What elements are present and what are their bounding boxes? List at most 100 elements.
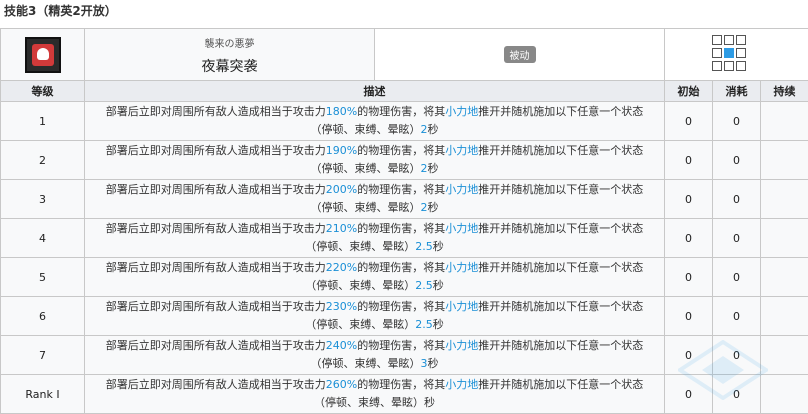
desc-duration-value: 3 xyxy=(421,357,428,370)
skill-table: 襲来の悪夢 夜幕突袭 被动 等级 描述 初始 消耗 持续 1部署后立即对周 xyxy=(0,28,808,414)
desc-atk-value: 240% xyxy=(326,339,357,352)
range-cell xyxy=(665,29,808,81)
description-cell: 部署后立即对周围所有敌人造成相当于攻击力260%的物理伤害，将其小力地推开并随机… xyxy=(85,375,665,414)
skill-name-cell: 襲来の悪夢 夜幕突袭 xyxy=(85,29,375,81)
duration-cell xyxy=(761,375,808,414)
cost-value: 0 xyxy=(733,271,740,284)
cost-cell: 0 xyxy=(713,336,761,375)
level-cell: 1 xyxy=(1,102,85,141)
desc-text: （停顿、束缚、晕眩） xyxy=(311,201,421,214)
desc-duration-value: 2 xyxy=(421,123,428,136)
initial-cell: 0 xyxy=(665,102,713,141)
desc-text: 部署后立即对周围所有敌人造成相当于攻击力 xyxy=(106,261,326,274)
skill-icon-cell xyxy=(1,29,85,81)
desc-text: 部署后立即对周围所有敌人造成相当于攻击力 xyxy=(106,144,326,157)
col-header-initial: 初始 xyxy=(665,81,713,102)
cost-value: 0 xyxy=(733,154,740,167)
initial-value: 0 xyxy=(685,310,692,323)
desc-atk-value: 200% xyxy=(326,183,357,196)
desc-atk-value: 220% xyxy=(326,261,357,274)
desc-text: 推开并随机施加以下任意一个状态 xyxy=(478,378,643,391)
cost-cell: 0 xyxy=(713,180,761,219)
table-row: Rank I部署后立即对周围所有敌人造成相当于攻击力260%的物理伤害，将其小力… xyxy=(1,375,808,414)
desc-text: 部署后立即对周围所有敌人造成相当于攻击力 xyxy=(106,105,326,118)
desc-text: （停顿、束缚、晕眩） xyxy=(305,240,415,253)
desc-atk-value: 260% xyxy=(326,378,357,391)
desc-text: 秒 xyxy=(428,162,439,175)
duration-cell xyxy=(761,297,808,336)
initial-cell: 0 xyxy=(665,219,713,258)
level-value: 7 xyxy=(39,349,46,362)
desc-keyword: 小力地 xyxy=(445,222,478,235)
initial-value: 0 xyxy=(685,349,692,362)
desc-atk-value: 210% xyxy=(326,222,357,235)
cost-value: 0 xyxy=(733,388,740,401)
desc-keyword: 小力地 xyxy=(445,378,478,391)
desc-keyword: 小力地 xyxy=(445,339,478,352)
table-row: 2部署后立即对周围所有敌人造成相当于攻击力190%的物理伤害，将其小力地推开并随… xyxy=(1,141,808,180)
description-cell: 部署后立即对周围所有敌人造成相当于攻击力200%的物理伤害，将其小力地推开并随机… xyxy=(85,180,665,219)
column-header-row: 等级 描述 初始 消耗 持续 xyxy=(1,81,808,102)
cost-cell: 0 xyxy=(713,258,761,297)
desc-text: 部署后立即对周围所有敌人造成相当于攻击力 xyxy=(106,300,326,313)
duration-cell xyxy=(761,258,808,297)
level-value: 3 xyxy=(39,193,46,206)
initial-cell: 0 xyxy=(665,297,713,336)
col-header-duration: 持续 xyxy=(761,81,808,102)
level-cell: 2 xyxy=(1,141,85,180)
level-cell: Rank I xyxy=(1,375,85,414)
desc-atk-value: 180% xyxy=(326,105,357,118)
col-header-cost: 消耗 xyxy=(713,81,761,102)
desc-text: 推开并随机施加以下任意一个状态 xyxy=(478,300,643,313)
attack-range-grid xyxy=(710,35,764,75)
level-value: 6 xyxy=(39,310,46,323)
desc-text: （停顿、束缚、晕眩） xyxy=(314,396,424,409)
initial-value: 0 xyxy=(685,232,692,245)
desc-text: 的物理伤害，将其 xyxy=(357,300,445,313)
level-value: 4 xyxy=(39,232,46,245)
desc-text: 秒 xyxy=(433,240,444,253)
level-value: 5 xyxy=(39,271,46,284)
skill-sub-name: 襲来の悪夢 xyxy=(85,35,374,50)
desc-atk-value: 230% xyxy=(326,300,357,313)
description-cell: 部署后立即对周围所有敌人造成相当于攻击力190%的物理伤害，将其小力地推开并随机… xyxy=(85,141,665,180)
skill-type-cell: 被动 xyxy=(375,29,665,81)
initial-cell: 0 xyxy=(665,336,713,375)
desc-text: 推开并随机施加以下任意一个状态 xyxy=(478,261,643,274)
desc-text: 的物理伤害，将其 xyxy=(357,183,445,196)
desc-atk-value: 190% xyxy=(326,144,357,157)
initial-value: 0 xyxy=(685,154,692,167)
description-cell: 部署后立即对周围所有敌人造成相当于攻击力180%的物理伤害，将其小力地推开并随机… xyxy=(85,102,665,141)
desc-text: （停顿、束缚、晕眩） xyxy=(311,123,421,136)
desc-text: 部署后立即对周围所有敌人造成相当于攻击力 xyxy=(106,339,326,352)
level-cell: 6 xyxy=(1,297,85,336)
desc-duration-value: 2.5 xyxy=(415,279,433,292)
level-cell: 5 xyxy=(1,258,85,297)
desc-keyword: 小力地 xyxy=(445,261,478,274)
desc-text: 的物理伤害，将其 xyxy=(357,105,445,118)
desc-text: （停顿、束缚、晕眩） xyxy=(305,279,415,292)
desc-keyword: 小力地 xyxy=(445,183,478,196)
desc-text: 的物理伤害，将其 xyxy=(357,222,445,235)
cost-value: 0 xyxy=(733,349,740,362)
desc-text: （停顿、束缚、晕眩） xyxy=(311,357,421,370)
skill-type-badge: 被动 xyxy=(504,46,536,63)
desc-duration-value: 2.5 xyxy=(415,318,433,331)
desc-text: 部署后立即对周围所有敌人造成相当于攻击力 xyxy=(106,222,326,235)
duration-cell xyxy=(761,336,808,375)
table-row: 1部署后立即对周围所有敌人造成相当于攻击力180%的物理伤害，将其小力地推开并随… xyxy=(1,102,808,141)
desc-text: 秒 xyxy=(433,279,444,292)
initial-value: 0 xyxy=(685,388,692,401)
skill-header-row: 襲来の悪夢 夜幕突袭 被动 xyxy=(1,29,808,81)
duration-cell xyxy=(761,180,808,219)
cost-cell: 0 xyxy=(713,102,761,141)
initial-value: 0 xyxy=(685,115,692,128)
cost-cell: 0 xyxy=(713,297,761,336)
desc-text: 部署后立即对周围所有敌人造成相当于攻击力 xyxy=(106,183,326,196)
desc-text: 秒 xyxy=(433,318,444,331)
desc-text: 秒 xyxy=(428,123,439,136)
level-cell: 4 xyxy=(1,219,85,258)
desc-text: 的物理伤害，将其 xyxy=(357,144,445,157)
description-cell: 部署后立即对周围所有敌人造成相当于攻击力210%的物理伤害，将其小力地推开并随机… xyxy=(85,219,665,258)
desc-text: 推开并随机施加以下任意一个状态 xyxy=(478,183,643,196)
